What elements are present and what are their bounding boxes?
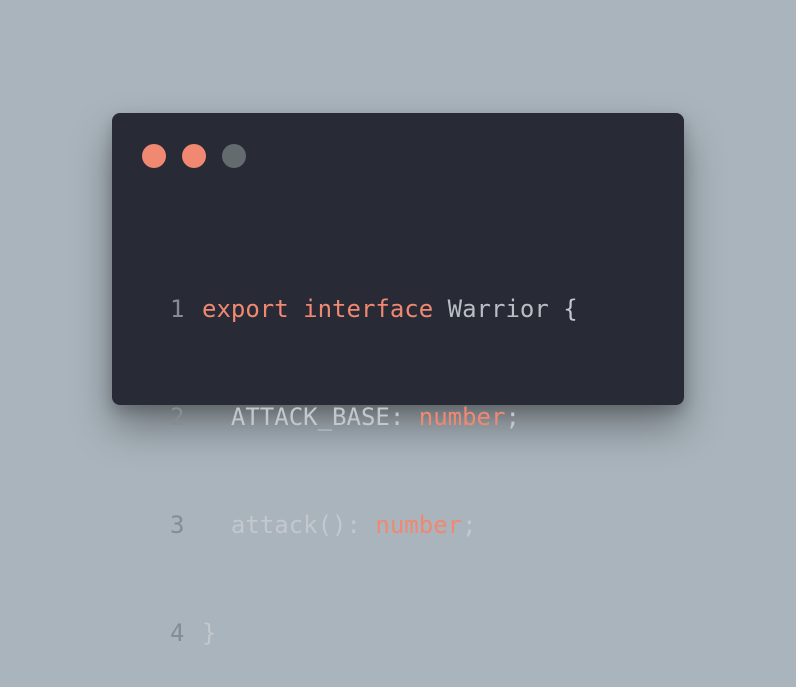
- code-line-4: 4}: [170, 615, 578, 651]
- identifier: Warrior: [447, 295, 549, 323]
- property: ATTACK_BASE:: [230, 403, 405, 431]
- type-keyword: number: [418, 403, 506, 431]
- minimize-dot-icon[interactable]: [182, 144, 206, 168]
- keyword: interface: [303, 295, 434, 323]
- type-keyword: number: [375, 511, 463, 539]
- brace: {: [563, 295, 578, 323]
- close-dot-icon[interactable]: [142, 144, 166, 168]
- maximize-dot-icon[interactable]: [222, 144, 246, 168]
- code-line-1: 1 export interface Warrior {: [170, 291, 578, 327]
- code-line-2: 2 ATTACK_BASE: number;: [170, 399, 578, 435]
- line-number: 4: [170, 619, 185, 647]
- line-number: 1: [170, 295, 185, 323]
- line-number: 2: [170, 403, 185, 431]
- code-block: 1 export interface Warrior { 2 ATTACK_BAS…: [170, 219, 578, 687]
- line-number: 3: [170, 511, 185, 539]
- semicolon: ;: [505, 403, 520, 431]
- code-line-3: 3 attack(): number;: [170, 507, 578, 543]
- semicolon: ;: [462, 511, 477, 539]
- brace: }: [202, 619, 217, 647]
- keyword: export: [202, 295, 289, 323]
- method: attack():: [230, 511, 361, 539]
